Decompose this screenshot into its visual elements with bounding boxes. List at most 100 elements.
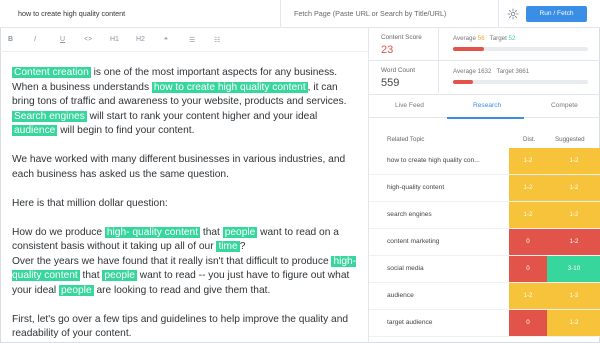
suggested-cell: 1-2 <box>547 148 600 174</box>
progress-fill <box>453 47 485 51</box>
topics-table-header: Related Topic Dist. Suggested <box>369 130 600 148</box>
italic-button[interactable]: I <box>34 36 36 43</box>
average-label: Average <box>453 35 476 42</box>
suggested-cell: 1-2 <box>547 229 600 255</box>
table-row[interactable]: high-quality content 1-2 1-2 <box>369 175 600 202</box>
heading1-button[interactable]: H1 <box>110 36 119 43</box>
highlighted-term: people <box>59 284 94 296</box>
word-count-label: Word Count <box>381 67 415 74</box>
table-row[interactable]: content marketing 0 1-2 <box>369 229 600 256</box>
suggested-cell: 3-10 <box>547 256 600 282</box>
paragraph: Content creation is one of the most impo… <box>12 66 360 139</box>
target-value: 3661 <box>515 68 530 75</box>
progress-fill <box>453 80 474 84</box>
content-editor[interactable]: Content creation is one of the most impo… <box>12 66 360 343</box>
distribution-cell: 0 <box>509 229 547 255</box>
word-count-value: 559 <box>381 77 400 89</box>
highlighted-term: high- quality content <box>104 226 201 238</box>
suggested-cell: 1-2 <box>547 202 600 228</box>
topic-name[interactable]: high-quality content <box>387 184 505 191</box>
tab-compete[interactable]: Compete <box>551 102 578 109</box>
column-header-dist: Dist. <box>523 136 536 143</box>
topic-name[interactable]: search engines <box>387 211 505 218</box>
content-score-bar: Average 56 Target 52 <box>439 28 600 60</box>
highlighted-term: Search engines <box>12 110 87 122</box>
paragraph-text: will begin to find your content. <box>57 125 195 136</box>
word-count-benchmarks: Average 1632 Target 3661 <box>453 68 529 75</box>
distribution-cell: 1-2 <box>509 283 547 309</box>
progress-track <box>453 47 588 51</box>
topic-name[interactable]: content marketing <box>387 238 505 245</box>
average-label: Average <box>453 68 476 75</box>
analysis-panel: Content Score 23 Average 56 Target 52 Wo… <box>368 28 600 343</box>
paragraph-text: are looking to read and give them that. <box>93 284 271 296</box>
table-row[interactable]: search engines 1-2 1-2 <box>369 202 600 229</box>
average-value: 1632 <box>477 68 492 75</box>
paragraph-text: will start to rank your content higher a… <box>86 110 318 122</box>
distribution-cell: 0 <box>509 310 547 336</box>
bold-button[interactable]: B <box>8 36 13 43</box>
paragraph-text: ? <box>239 241 246 252</box>
heading2-button[interactable]: H2 <box>136 36 145 43</box>
divider <box>280 0 281 28</box>
word-count-metric: Word Count 559 <box>369 61 439 93</box>
gear-icon[interactable] <box>507 8 519 20</box>
target-label: Target <box>489 35 507 42</box>
paragraph: Here is that million dollar question: <box>12 197 168 209</box>
suggested-cell: 1-2 <box>547 175 600 201</box>
table-row[interactable]: how to create high quality con... 1-2 1-2 <box>369 148 600 175</box>
underline-button[interactable]: U <box>60 36 65 43</box>
highlighted-term: Content creation <box>12 67 91 78</box>
editor-toolbar: B I U <> H1 H2 ❝ ☰ ☷ <box>0 28 368 52</box>
paragraph: First, let's go over a few tips and guid… <box>12 313 349 340</box>
numbered-list-icon[interactable]: ☷ <box>214 36 220 44</box>
highlighted-term: people <box>102 270 137 281</box>
divider <box>498 0 499 28</box>
target-value: 52 <box>508 35 516 42</box>
tab-research[interactable]: Research <box>473 102 501 109</box>
content-score-metric: Content Score 23 <box>369 28 439 60</box>
paragraph-text: that <box>200 226 223 238</box>
tab-live-feed[interactable]: Live Feed <box>395 102 424 109</box>
suggested-cell: 1-2 <box>547 310 600 336</box>
paragraph: We have worked with many different busin… <box>12 154 346 180</box>
column-header-suggested: Suggested <box>555 136 585 143</box>
content-score-value: 23 <box>381 44 394 56</box>
fetch-page-input[interactable]: Fetch Page (Paste URL or Search by Title… <box>294 9 446 18</box>
content-score-benchmarks: Average 56 Target 52 <box>453 35 515 42</box>
paragraph: How do we produce high- quality content … <box>12 226 360 299</box>
suggested-cell: 1-2 <box>547 283 600 309</box>
distribution-cell: 0 <box>509 256 547 282</box>
table-row[interactable]: target audience 0 1-2 <box>369 310 600 337</box>
highlighted-term: time <box>216 241 240 252</box>
average-value: 56 <box>477 35 485 42</box>
table-row[interactable]: audience 1-2 1-2 <box>369 283 600 310</box>
active-tab-indicator <box>447 117 524 119</box>
table-row[interactable]: social media 0 3-10 <box>369 256 600 283</box>
quote-icon[interactable]: ❝ <box>164 36 168 44</box>
paragraph-text: How do we produce <box>12 226 105 238</box>
column-header-topic: Related Topic <box>387 136 425 143</box>
distribution-cell: 1-2 <box>509 175 547 201</box>
content-score-label: Content Score <box>381 34 422 41</box>
topic-name[interactable]: target audience <box>387 319 505 326</box>
run-fetch-button[interactable]: Run / Fetch <box>526 6 587 22</box>
keyword-input[interactable]: how to create high quality content <box>18 9 125 18</box>
paragraph-text: that <box>79 270 103 281</box>
topic-name[interactable]: how to create high quality con... <box>387 157 505 164</box>
panel-tabs: Live Feed Research Compete <box>369 94 600 119</box>
distribution-cell: 1-2 <box>509 202 547 228</box>
highlighted-term: people <box>222 226 258 238</box>
bulleted-list-icon[interactable]: ☰ <box>189 36 195 44</box>
paragraph-text: Over the years we have found that it rea… <box>12 255 332 267</box>
highlighted-term: audience <box>12 125 58 136</box>
topic-name[interactable]: audience <box>387 292 505 299</box>
code-button[interactable]: <> <box>84 36 92 43</box>
topic-name[interactable]: social media <box>387 265 505 272</box>
word-count-bar: Average 1632 Target 3661 <box>439 61 600 93</box>
progress-track <box>453 80 588 84</box>
top-bar: how to create high quality content Fetch… <box>0 0 600 28</box>
distribution-cell: 1-2 <box>509 148 547 174</box>
target-label: Target <box>496 68 514 75</box>
highlighted-term: how to create high quality content <box>151 81 308 93</box>
